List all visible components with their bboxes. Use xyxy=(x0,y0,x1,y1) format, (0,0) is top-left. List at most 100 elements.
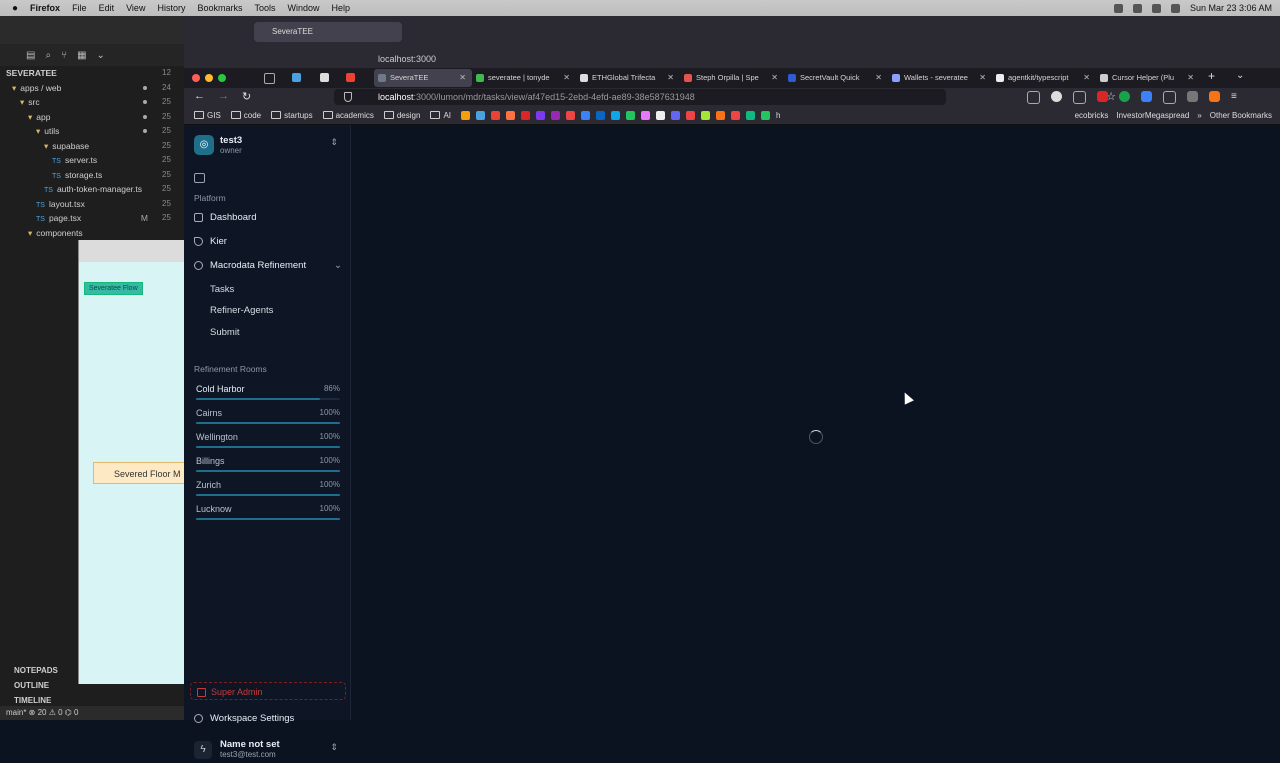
other-bookmarks[interactable]: Other Bookmarks xyxy=(1210,111,1272,120)
battery-icon[interactable] xyxy=(1151,3,1161,13)
nav-tasks[interactable]: Tasks xyxy=(210,284,234,295)
room-wellington[interactable]: Wellington 100% xyxy=(196,432,340,452)
flow-node[interactable]: Severed Floor M xyxy=(93,462,193,484)
tab-ethglobal[interactable]: ETHGlobal Trifecta ✕ xyxy=(576,69,680,87)
extensions-icon[interactable]: ▦ xyxy=(77,50,86,61)
tree-folder[interactable]: ▾ supabase xyxy=(0,139,160,154)
tree-folder[interactable]: ▾ components xyxy=(0,226,160,241)
extension-green-icon[interactable] xyxy=(1119,91,1130,102)
bookmark-favicon-icon[interactable] xyxy=(506,110,515,120)
tree-file[interactable]: TS server.ts xyxy=(0,153,160,168)
menu-edit[interactable]: Edit xyxy=(99,3,115,13)
back-icon[interactable]: ← xyxy=(194,90,205,102)
tab-cursor-helper[interactable]: Cursor Helper (Plu ✕ xyxy=(1096,69,1200,87)
tab-severatee[interactable]: SeveraTEE ✕ xyxy=(374,69,472,87)
bookmark-h[interactable]: h xyxy=(776,111,780,120)
new-tab-icon[interactable]: + xyxy=(1208,69,1215,83)
minimize-window-icon[interactable] xyxy=(205,74,213,82)
bookmark-favicon-icon[interactable] xyxy=(566,110,575,120)
tree-root[interactable]: SEVERATEE xyxy=(0,66,160,81)
maximize-window-icon[interactable] xyxy=(218,74,226,82)
workspace-settings-button[interactable]: Workspace Settings xyxy=(194,710,342,728)
close-tab-icon[interactable]: ✕ xyxy=(875,69,882,87)
tracking-shield-icon[interactable] xyxy=(344,92,352,102)
close-tab-icon[interactable]: ✕ xyxy=(667,69,674,87)
extension-blue-icon[interactable] xyxy=(1141,91,1152,102)
menu-bookmarks[interactable]: Bookmarks xyxy=(197,3,242,13)
forward-icon[interactable]: → xyxy=(218,90,229,102)
reload-icon[interactable]: ↻ xyxy=(242,90,251,103)
menu-icon[interactable]: ≡ xyxy=(1231,91,1242,102)
extensions-icon[interactable] xyxy=(1073,91,1086,104)
background-url[interactable]: localhost:3000 xyxy=(334,52,1154,66)
flow-label[interactable]: Severatee Flow xyxy=(84,282,143,295)
sidebar-toggle-icon[interactable] xyxy=(194,173,205,183)
bookmark-favicon-icon[interactable] xyxy=(701,110,710,120)
room-billings[interactable]: Billings 100% xyxy=(196,456,340,476)
pinned-tab-icon[interactable] xyxy=(292,73,301,82)
bookmark-folder-code[interactable]: code xyxy=(230,111,261,120)
tab-github-repo[interactable]: severatee | tonyde ✕ xyxy=(472,69,576,87)
tree-folder[interactable]: ▾ app xyxy=(0,110,160,125)
bookmark-folder-academics[interactable]: academics xyxy=(322,111,374,120)
super-admin-button[interactable]: Super Admin xyxy=(190,682,346,700)
tab-list-chevron-icon[interactable]: ⌄ xyxy=(1236,70,1244,81)
close-tab-icon[interactable]: ✕ xyxy=(771,69,778,87)
nav-refiner-agents[interactable]: Refiner-Agents xyxy=(210,305,273,316)
tree-folder[interactable]: ▾ apps / web xyxy=(0,81,160,96)
user-menu[interactable]: ϟ Name not set test3@test.com ⇕ xyxy=(194,739,340,763)
menubar-clock[interactable]: Sun Mar 23 3:06 AM xyxy=(1190,3,1272,13)
bookmark-favicon-icon[interactable] xyxy=(596,110,605,120)
room-cold-harbor[interactable]: Cold Harbor 86% xyxy=(196,384,340,404)
apple-icon[interactable]: ● xyxy=(12,3,18,14)
menu-tools[interactable]: Tools xyxy=(254,3,275,13)
menu-file[interactable]: File xyxy=(72,3,87,13)
bookmark-favicon-icon[interactable] xyxy=(581,110,590,120)
nav-macrodata-refinement[interactable]: Macrodata Refinement ⌄ xyxy=(194,257,342,275)
nav-submit[interactable]: Submit xyxy=(210,327,240,338)
pocket-icon[interactable] xyxy=(1027,91,1040,104)
pinned-tab-icon[interactable] xyxy=(320,73,329,82)
close-tab-icon[interactable]: ✕ xyxy=(1187,69,1194,87)
close-tab-icon[interactable]: ✕ xyxy=(1083,69,1090,87)
editor-statusbar[interactable]: main* ⊗ 20 ⚠ 0 ⌬ 0 xyxy=(0,706,184,720)
room-lucknow[interactable]: Lucknow 100% xyxy=(196,504,340,524)
bookmark-favicon-icon[interactable] xyxy=(686,110,695,120)
close-tab-icon[interactable]: ✕ xyxy=(979,69,986,87)
workspace-switcher[interactable]: ◎ test3 owner ⇕ xyxy=(194,133,340,159)
menubar-extra-icon[interactable] xyxy=(1113,3,1123,13)
menu-help[interactable]: Help xyxy=(332,3,351,13)
files-icon[interactable]: ▤ xyxy=(26,50,35,61)
room-cairns[interactable]: Cairns 100% xyxy=(196,408,340,428)
bookmark-favicon-icon[interactable] xyxy=(626,110,635,120)
bookmark-investor-megaspread[interactable]: InvestorMegaspread xyxy=(1116,111,1189,120)
menu-view[interactable]: View xyxy=(126,3,145,13)
bookmark-favicon-icon[interactable] xyxy=(656,110,665,120)
tab-wallets[interactable]: Wallets - severatee ✕ xyxy=(888,69,992,87)
bookmark-folder-ecobricks[interactable]: ecobricks xyxy=(1075,111,1109,120)
extension-gray-icon[interactable] xyxy=(1187,91,1198,102)
bookmark-favicon-icon[interactable] xyxy=(476,110,485,120)
extension-red-icon[interactable] xyxy=(1097,91,1108,102)
bookmark-favicon-icon[interactable] xyxy=(746,110,755,120)
tree-file[interactable]: TS auth-token-manager.ts xyxy=(0,182,160,197)
tree-file[interactable]: TS storage.ts xyxy=(0,168,160,183)
bookmark-folder-startups[interactable]: startups xyxy=(271,111,313,120)
tree-file[interactable]: TS page.tsx M xyxy=(0,211,160,226)
tree-file[interactable]: TS layout.tsx xyxy=(0,197,160,212)
bookmark-favicon-icon[interactable] xyxy=(491,110,500,120)
chevron-down-icon[interactable]: ⌄ xyxy=(97,50,105,61)
url-bar[interactable]: localhost:3000/lumon/mdr/tasks/view/af47… xyxy=(334,89,1116,105)
bookmark-folder-gis[interactable]: GIS xyxy=(194,111,221,120)
room-zurich[interactable]: Zurich 100% xyxy=(196,480,340,500)
bookmark-favicon-icon[interactable] xyxy=(461,110,470,120)
close-tab-icon[interactable]: ✕ xyxy=(459,69,466,87)
bookmark-favicon-icon[interactable] xyxy=(551,110,560,120)
tab-secretvault[interactable]: SecretVault Quick ✕ xyxy=(784,69,888,87)
bookmark-favicon-icon[interactable] xyxy=(731,110,740,120)
bookmark-favicon-icon[interactable] xyxy=(761,110,770,120)
bookmark-favicon-icon[interactable] xyxy=(521,110,530,120)
extension-grid-icon[interactable] xyxy=(1163,91,1176,104)
close-window-icon[interactable] xyxy=(192,74,200,82)
wifi-icon[interactable] xyxy=(1132,3,1142,13)
